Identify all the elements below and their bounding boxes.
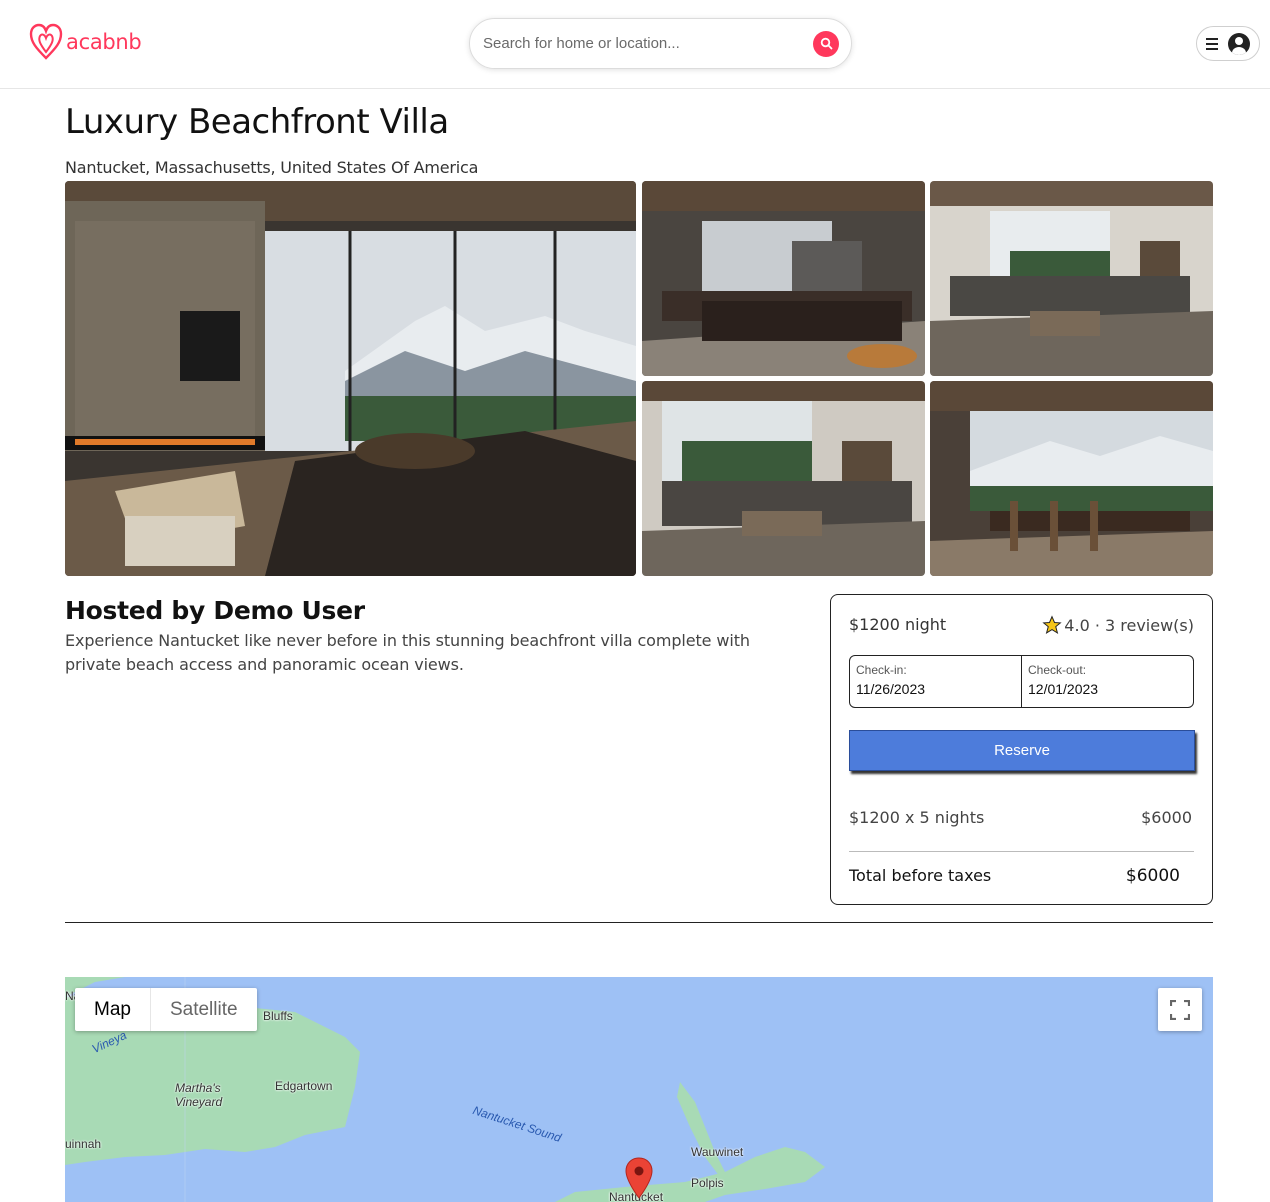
- card-divider: [849, 851, 1194, 852]
- checkin-field[interactable]: Check-in: 11/26/2023: [850, 656, 1021, 707]
- avatar-icon: [1228, 32, 1250, 55]
- search-input[interactable]: [483, 35, 813, 52]
- search-icon: [820, 37, 832, 50]
- logo-icon: [29, 23, 63, 60]
- gallery-photo-1[interactable]: [642, 181, 925, 376]
- price-subtotal: $6000: [1141, 808, 1192, 827]
- fullscreen-button[interactable]: [1158, 988, 1202, 1031]
- checkout-value: 12/01/2023: [1028, 681, 1099, 697]
- total-label: Total before taxes: [849, 866, 992, 885]
- reserve-button[interactable]: Reserve: [849, 730, 1195, 771]
- listing-description: Experience Nantucket like never before i…: [65, 631, 750, 674]
- map-label-polpis: Polpis: [691, 1176, 724, 1190]
- checkout-field[interactable]: Check-out: 12/01/2023: [1021, 656, 1193, 707]
- rating-text: 4.0 · 3 review(s): [1064, 615, 1194, 635]
- satellite-tab[interactable]: Satellite: [151, 988, 257, 1031]
- map-label-edgartown: Edgartown: [275, 1079, 333, 1093]
- search-button[interactable]: [813, 30, 839, 57]
- star-icon: [1042, 615, 1062, 634]
- user-menu-button[interactable]: [1196, 26, 1260, 61]
- map-pin-icon[interactable]: [625, 1157, 653, 1199]
- map-label-bluffs: Bluffs: [263, 1009, 293, 1023]
- logo-text: acabnb: [66, 30, 142, 54]
- fullscreen-icon: [1170, 999, 1190, 1020]
- date-picker: Check-in: 11/26/2023 Check-out: 12/01/20…: [849, 655, 1194, 708]
- logo[interactable]: acabnb: [28, 22, 142, 62]
- photo-gallery: [65, 181, 1213, 576]
- total-value: $6000: [1125, 866, 1180, 886]
- price-calculation: $1200 x 5 nights: [849, 808, 985, 827]
- checkin-value: 11/26/2023: [856, 681, 926, 697]
- booking-card: $1200 night 4.0 · 3 review(s) Check-in: …: [830, 594, 1213, 905]
- gallery-photo-2[interactable]: [930, 181, 1213, 376]
- map-label-uinnah: uinnah: [65, 1137, 102, 1151]
- menu-icon: [1206, 37, 1218, 50]
- search-bar: [469, 18, 852, 69]
- gallery-photo-3[interactable]: [642, 381, 925, 576]
- price-per-night: $1200 night: [849, 615, 947, 634]
- main-photo[interactable]: [65, 181, 636, 576]
- map-label-wauwinet: Wauwinet: [691, 1145, 744, 1159]
- listing-location: Nantucket, Massachusetts, United States …: [65, 158, 479, 177]
- rating: 4.0 · 3 review(s): [1042, 615, 1194, 635]
- map-label-marthas-vineyard: Martha's Vineyard: [175, 1081, 223, 1109]
- gallery-photo-4[interactable]: [930, 381, 1213, 576]
- top-nav: acabnb: [0, 0, 1270, 89]
- map-tab[interactable]: Map: [75, 988, 151, 1031]
- checkout-label: Check-out:: [1028, 663, 1087, 677]
- map[interactable]: Na Vineya Bluffs Martha's Vineyard Edgar…: [65, 977, 1213, 1202]
- checkin-label: Check-in:: [856, 663, 907, 677]
- map-type-toggle: Map Satellite: [75, 988, 257, 1031]
- section-divider: [65, 922, 1213, 923]
- listing-title: Luxury Beachfront Villa: [65, 102, 449, 142]
- host-heading: Hosted by Demo User: [65, 596, 365, 625]
